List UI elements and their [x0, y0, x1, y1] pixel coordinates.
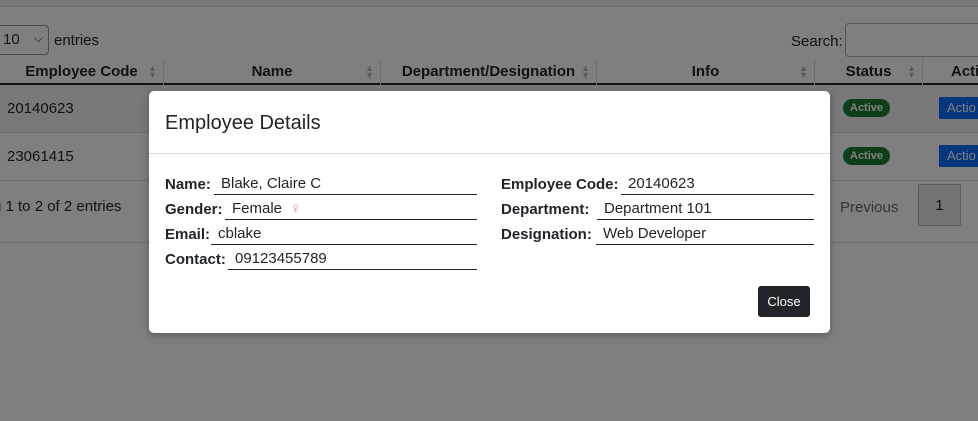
- department-label: Department:: [501, 201, 590, 218]
- contact-field: Contact: 09123455789: [165, 248, 477, 270]
- name-value: Blake, Claire C: [214, 173, 477, 195]
- email-field: Email: cblake: [165, 223, 477, 245]
- designation-field: Designation: Web Developer: [501, 223, 814, 245]
- gender-field: Gender: Female ♀: [165, 198, 477, 220]
- designation-label: Designation:: [501, 226, 592, 243]
- gender-label: Gender:: [165, 201, 223, 218]
- close-button[interactable]: Close: [758, 286, 810, 317]
- gender-value-box: Female ♀: [225, 198, 477, 220]
- modal-header: Employee Details: [149, 91, 830, 154]
- email-label: Email:: [165, 226, 211, 243]
- modal-title: Employee Details: [165, 112, 321, 134]
- employee-code-value: 20140623: [621, 173, 814, 195]
- employee-details-modal: Employee Details Name: Blake, Claire C G…: [149, 91, 830, 333]
- department-field: Department: Department 101: [501, 198, 814, 220]
- contact-value: 09123455789: [228, 248, 477, 270]
- employee-code-label: Employee Code:: [501, 176, 619, 193]
- email-value: cblake: [211, 223, 477, 245]
- designation-value: Web Developer: [596, 223, 814, 245]
- employee-code-field: Employee Code: 20140623: [501, 173, 814, 195]
- department-value: Department 101: [597, 198, 814, 220]
- contact-label: Contact:: [165, 251, 226, 268]
- gender-value: Female: [232, 200, 283, 217]
- female-symbol-icon: ♀: [290, 200, 302, 217]
- name-label: Name:: [165, 176, 211, 193]
- name-field: Name: Blake, Claire C: [165, 173, 477, 195]
